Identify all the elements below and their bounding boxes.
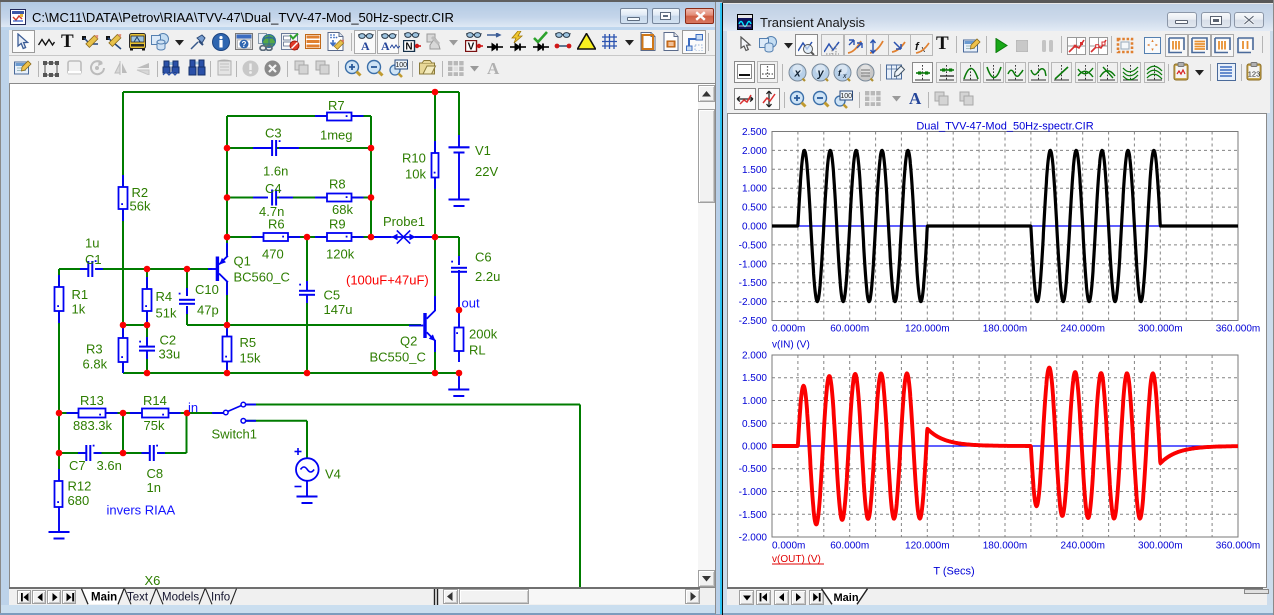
svg-text:Main: Main [834,592,859,604]
svg-text:Info: Info [211,592,230,604]
svg-text:Text: Text [127,592,149,604]
svg-text:Main: Main [91,592,117,604]
svg-text:Models: Models [162,592,199,604]
